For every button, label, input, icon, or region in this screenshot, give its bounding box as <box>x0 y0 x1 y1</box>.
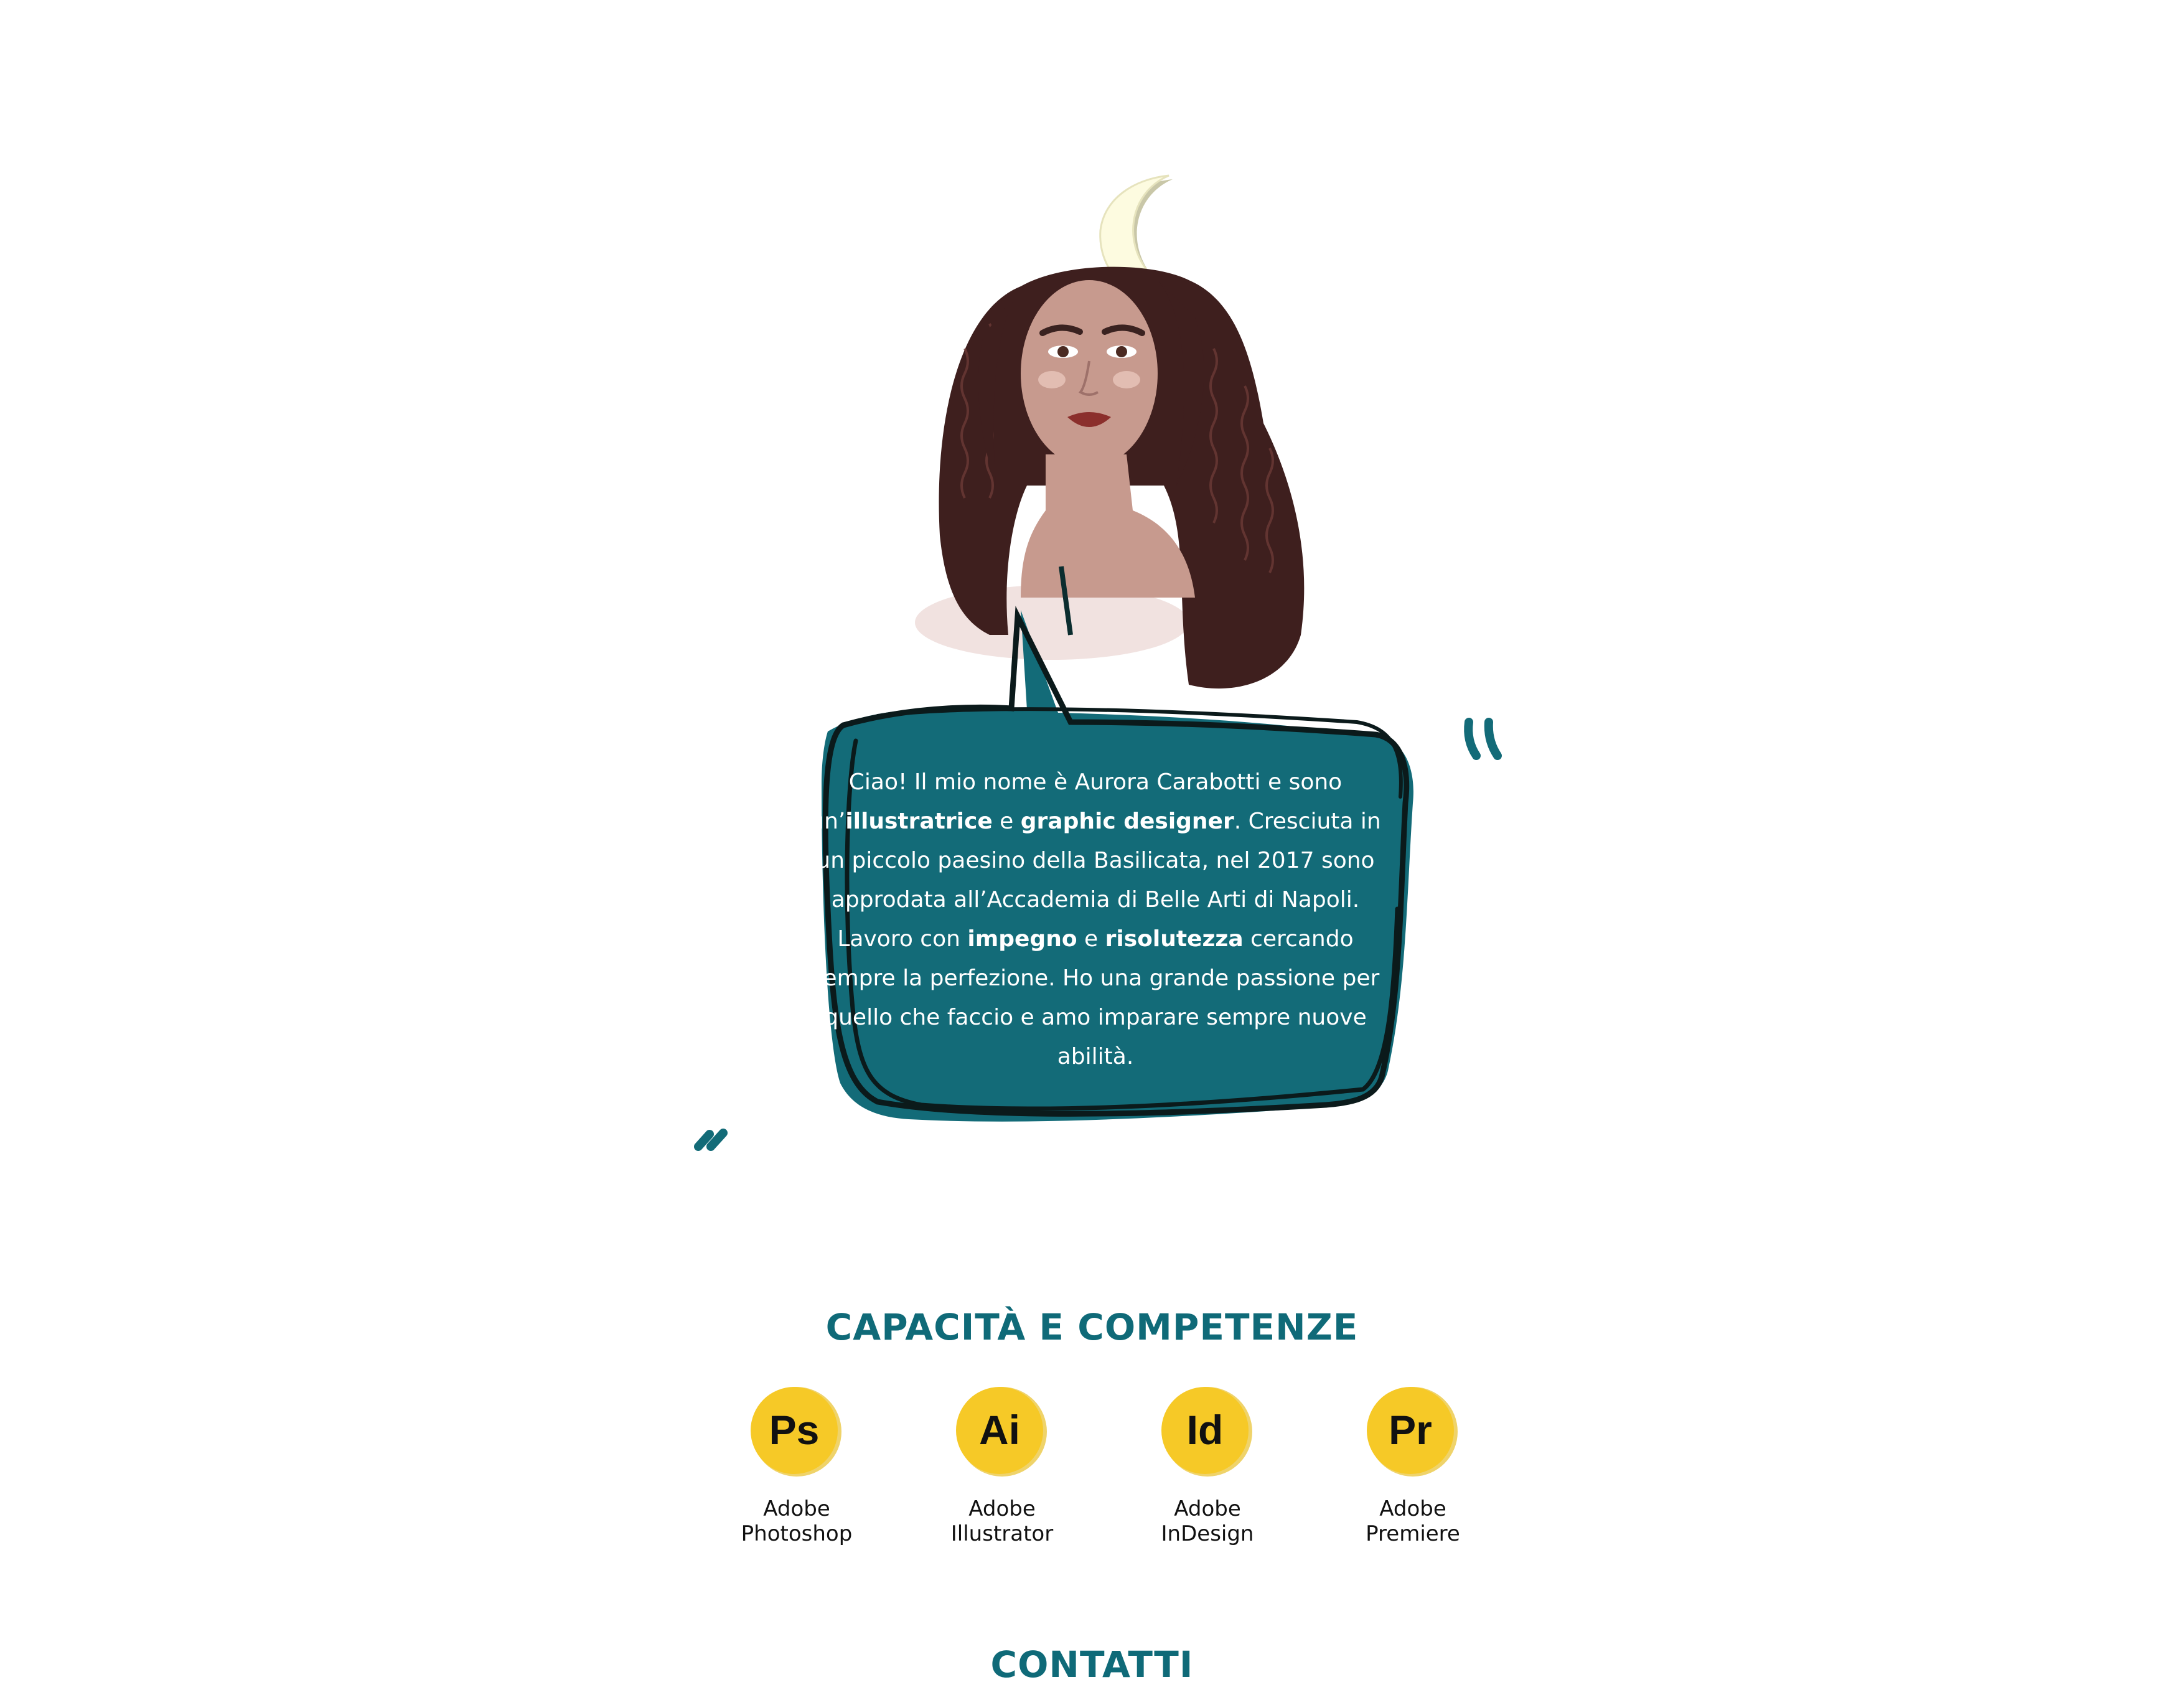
skill-label-line1: Adobe <box>1379 1496 1446 1521</box>
skill-label-line2: Premiere <box>1366 1521 1460 1546</box>
bio-segment: e <box>992 809 1021 834</box>
skill-label: Adobe Illustrator <box>909 1496 1095 1546</box>
closing-quote-icon <box>1464 718 1502 760</box>
skill-item-premiere: Pr Adobe Premiere <box>1319 1382 1506 1546</box>
skill-label-line1: Adobe <box>1174 1496 1241 1521</box>
skills-title: CAPACITÀ E COMPETENZE <box>825 1306 1359 1348</box>
skill-label-line2: Photoshop <box>741 1521 853 1546</box>
premiere-icon: Pr <box>1367 1387 1458 1477</box>
skill-label-line2: InDesign <box>1161 1521 1254 1546</box>
svg-text:Pr: Pr <box>1389 1407 1432 1453</box>
skill-item-illustrator: Ai Adobe Illustrator <box>909 1382 1095 1546</box>
photoshop-icon: Ps <box>751 1387 841 1477</box>
skill-label-line1: Adobe <box>763 1496 830 1521</box>
bio-text: Ciao! Il mio nome è Aurora Carabotti e s… <box>809 763 1382 1076</box>
bio-segment: e <box>1077 926 1105 952</box>
bio-highlight: risolutezza <box>1105 926 1244 952</box>
bio-highlight: graphic designer <box>1020 809 1234 834</box>
opening-quote-icon <box>694 1129 728 1151</box>
illustrator-icon: Ai <box>956 1387 1047 1477</box>
bio-highlight: impegno <box>967 926 1077 952</box>
contacts-title: CONTATTI <box>990 1643 1194 1686</box>
skill-label-line2: Illustrator <box>950 1521 1054 1546</box>
skill-label: Adobe Photoshop <box>703 1496 890 1546</box>
svg-text:Ai: Ai <box>979 1407 1020 1453</box>
svg-text:Ps: Ps <box>769 1407 820 1453</box>
skill-item-indesign: Id Adobe InDesign <box>1114 1382 1301 1546</box>
skill-label: Adobe InDesign <box>1114 1496 1301 1546</box>
svg-text:Id: Id <box>1187 1407 1224 1453</box>
indesign-icon: Id <box>1161 1387 1252 1477</box>
bio-highlight: illustratrice <box>845 809 993 834</box>
skill-label-line1: Adobe <box>968 1496 1036 1521</box>
skill-label: Adobe Premiere <box>1319 1496 1506 1546</box>
skill-item-photoshop: Ps Adobe Photoshop <box>703 1382 890 1546</box>
